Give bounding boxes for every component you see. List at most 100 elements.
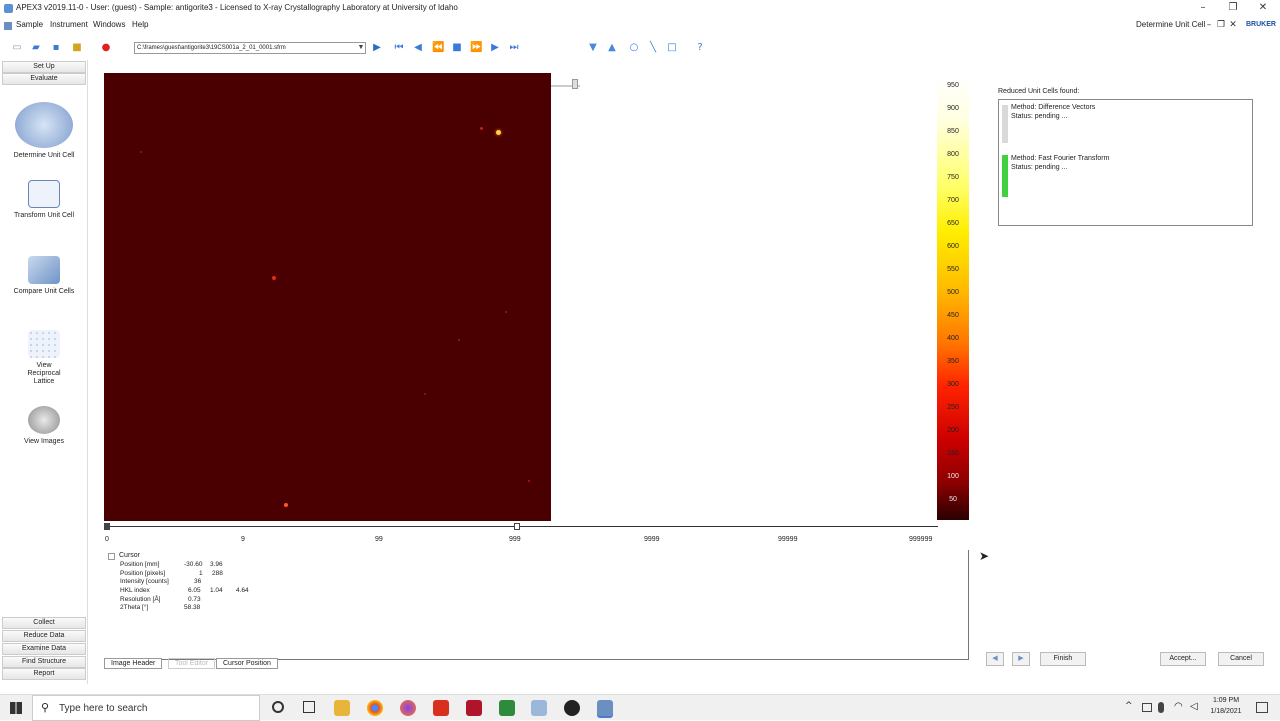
determine-unit-cell-tool[interactable]: Determine Unit Cell — [4, 102, 84, 160]
cancel-button[interactable]: Cancel — [1218, 652, 1264, 666]
restore-button[interactable]: ❐ — [1224, 1, 1242, 15]
colorbar-label: 150 — [947, 450, 959, 457]
last-frame-icon[interactable]: ⏭ — [508, 42, 520, 54]
frame-slider-thumb[interactable] — [572, 79, 578, 89]
folder-icon[interactable]: ■ — [71, 42, 83, 54]
load-icon[interactable]: ▶ — [371, 42, 383, 54]
chrome-icon[interactable] — [367, 700, 383, 716]
tool-label: Transform Unit Cell — [13, 212, 75, 219]
apex3-taskbar-icon[interactable] — [597, 700, 613, 716]
chevron-down-icon[interactable]: ▼ — [357, 43, 365, 53]
accept-button[interactable]: Accept... — [1160, 652, 1206, 666]
app-icon — [4, 4, 13, 13]
reduced-unit-cells-panel: Reduced Unit Cells found: Method: Differ… — [998, 88, 1254, 228]
tab-image-header[interactable]: Image Header — [104, 658, 163, 669]
green-app-icon[interactable] — [499, 700, 515, 716]
file-explorer-icon[interactable] — [334, 700, 350, 716]
minimize-button[interactable]: – — [1194, 1, 1212, 15]
scale-max-handle[interactable] — [514, 523, 520, 530]
cursor-value: 3.96 — [210, 561, 223, 568]
cursor-info-panel: Cursor Position [mm] -30.60 3.96 Positio… — [104, 550, 969, 660]
open-icon[interactable]: ▰ — [30, 42, 42, 54]
bruker-logo: BRUKER — [1246, 21, 1276, 28]
new-icon[interactable]: ▭ — [11, 42, 23, 54]
prev-frame-icon[interactable]: ◀ — [412, 42, 424, 54]
progress-bar — [1002, 105, 1008, 143]
frame-path-combobox[interactable]: C:\frames\guest\antigorite3\19CS001a_2_0… — [134, 42, 366, 54]
clock-date[interactable]: 1/18/2021 — [1206, 708, 1246, 715]
next-frame-icon[interactable]: ▶ — [489, 42, 501, 54]
wifi-icon[interactable]: ◠ — [1174, 701, 1183, 712]
circle-tool-icon[interactable]: ○ — [628, 42, 640, 54]
firefox-icon[interactable] — [400, 700, 416, 716]
notification-icon[interactable] — [1256, 702, 1268, 713]
previous-step-button[interactable]: ◀ — [986, 652, 1004, 666]
menu-sample[interactable]: Sample — [16, 20, 43, 29]
compare-icon — [28, 256, 60, 284]
intensity-scale-slider[interactable]: 0 9 99 999 9999 99999 999999 — [104, 523, 938, 545]
up-arrow-icon[interactable]: ▲ — [606, 42, 618, 54]
help-pointer-icon[interactable]: ? — [694, 42, 706, 54]
rewind-icon[interactable]: ⏪ — [432, 42, 444, 54]
down-arrow-icon[interactable]: ▼ — [587, 42, 599, 54]
scale-min-handle[interactable] — [104, 523, 110, 530]
reflection-spot — [458, 339, 460, 341]
module-label: Determine Unit Cell — [1136, 20, 1206, 29]
collect-button[interactable]: Collect — [2, 617, 86, 629]
view-reciprocal-lattice-tool[interactable]: View Reciprocal Lattice — [4, 330, 84, 386]
setup-button[interactable]: Set Up — [2, 61, 86, 73]
dark-app-icon[interactable] — [564, 700, 580, 716]
tool-label: View Images — [24, 438, 64, 445]
menu-windows[interactable]: Windows — [93, 20, 125, 29]
tab-tool-editor[interactable]: Tool Editor — [168, 658, 216, 669]
cursor-row-label: Resolution [Å] — [120, 596, 161, 603]
first-frame-icon[interactable]: ⏮ — [393, 42, 405, 54]
view-images-tool[interactable]: View Images — [4, 406, 84, 446]
detector-frame-image[interactable] — [104, 73, 551, 521]
network-icon[interactable] — [1142, 703, 1152, 712]
tab-cursor-position[interactable]: Cursor Position — [216, 658, 278, 669]
volume-icon[interactable]: ◁ — [1190, 701, 1198, 712]
forward-icon[interactable]: ⏩ — [470, 42, 482, 54]
record-icon[interactable]: ● — [100, 42, 112, 54]
rectangle-tool-icon[interactable]: □ — [666, 42, 678, 54]
finish-button[interactable]: Finish — [1040, 652, 1086, 666]
cursor-value: 4.64 — [236, 587, 249, 594]
reduce-data-button[interactable]: Reduce Data — [2, 630, 86, 642]
reflection-spot — [528, 480, 530, 482]
menu-help[interactable]: Help — [132, 20, 148, 29]
pdf-reader-icon[interactable] — [433, 700, 449, 716]
taskbar: ⚲ Type here to search ^ ◠ ◁ 1:09 PM 1/18… — [0, 694, 1280, 721]
save-icon[interactable]: ▪ — [50, 42, 62, 54]
taskbar-search-box[interactable]: ⚲ Type here to search — [32, 695, 260, 721]
microphone-icon[interactable] — [1158, 702, 1164, 713]
cortana-icon[interactable] — [272, 701, 284, 713]
find-structure-button[interactable]: Find Structure — [2, 656, 86, 668]
windows-start-icon[interactable] — [10, 702, 22, 714]
report-button[interactable]: Report — [2, 668, 86, 680]
menu-instrument[interactable]: Instrument — [50, 20, 88, 29]
app-n-icon[interactable] — [466, 700, 482, 716]
task-view-icon[interactable] — [303, 701, 315, 713]
colorbar-label: 900 — [947, 105, 959, 112]
close-button[interactable]: ✕ — [1254, 1, 1272, 15]
next-step-button[interactable]: ▶ — [1012, 652, 1030, 666]
cursor-value: 0.73 — [188, 596, 201, 603]
colorbar-label: 650 — [947, 220, 959, 227]
tree-expander[interactable] — [108, 553, 115, 560]
clock-time[interactable]: 1:09 PM — [1208, 697, 1244, 704]
mdi-close-button[interactable]: ✕ — [1224, 18, 1242, 32]
colorbar-label: 250 — [947, 404, 959, 411]
navigation-panel: Set Up Evaluate Determine Unit Cell Tran… — [0, 60, 88, 684]
colorbar-label: 50 — [949, 496, 957, 503]
compare-unit-cells-tool[interactable]: Compare Unit Cells — [4, 256, 84, 296]
transform-unit-cell-tool[interactable]: Transform Unit Cell — [4, 180, 84, 220]
stop-icon[interactable]: ■ — [451, 42, 463, 54]
cursor-value: 1 — [199, 570, 203, 577]
colorbar-label: 500 — [947, 289, 959, 296]
evaluate-button[interactable]: Evaluate — [2, 73, 86, 85]
examine-data-button[interactable]: Examine Data — [2, 643, 86, 655]
window-app-icon[interactable] — [531, 700, 547, 716]
tray-chevron-up-icon[interactable]: ^ — [1125, 701, 1133, 711]
line-tool-icon[interactable]: ╲ — [647, 42, 659, 54]
